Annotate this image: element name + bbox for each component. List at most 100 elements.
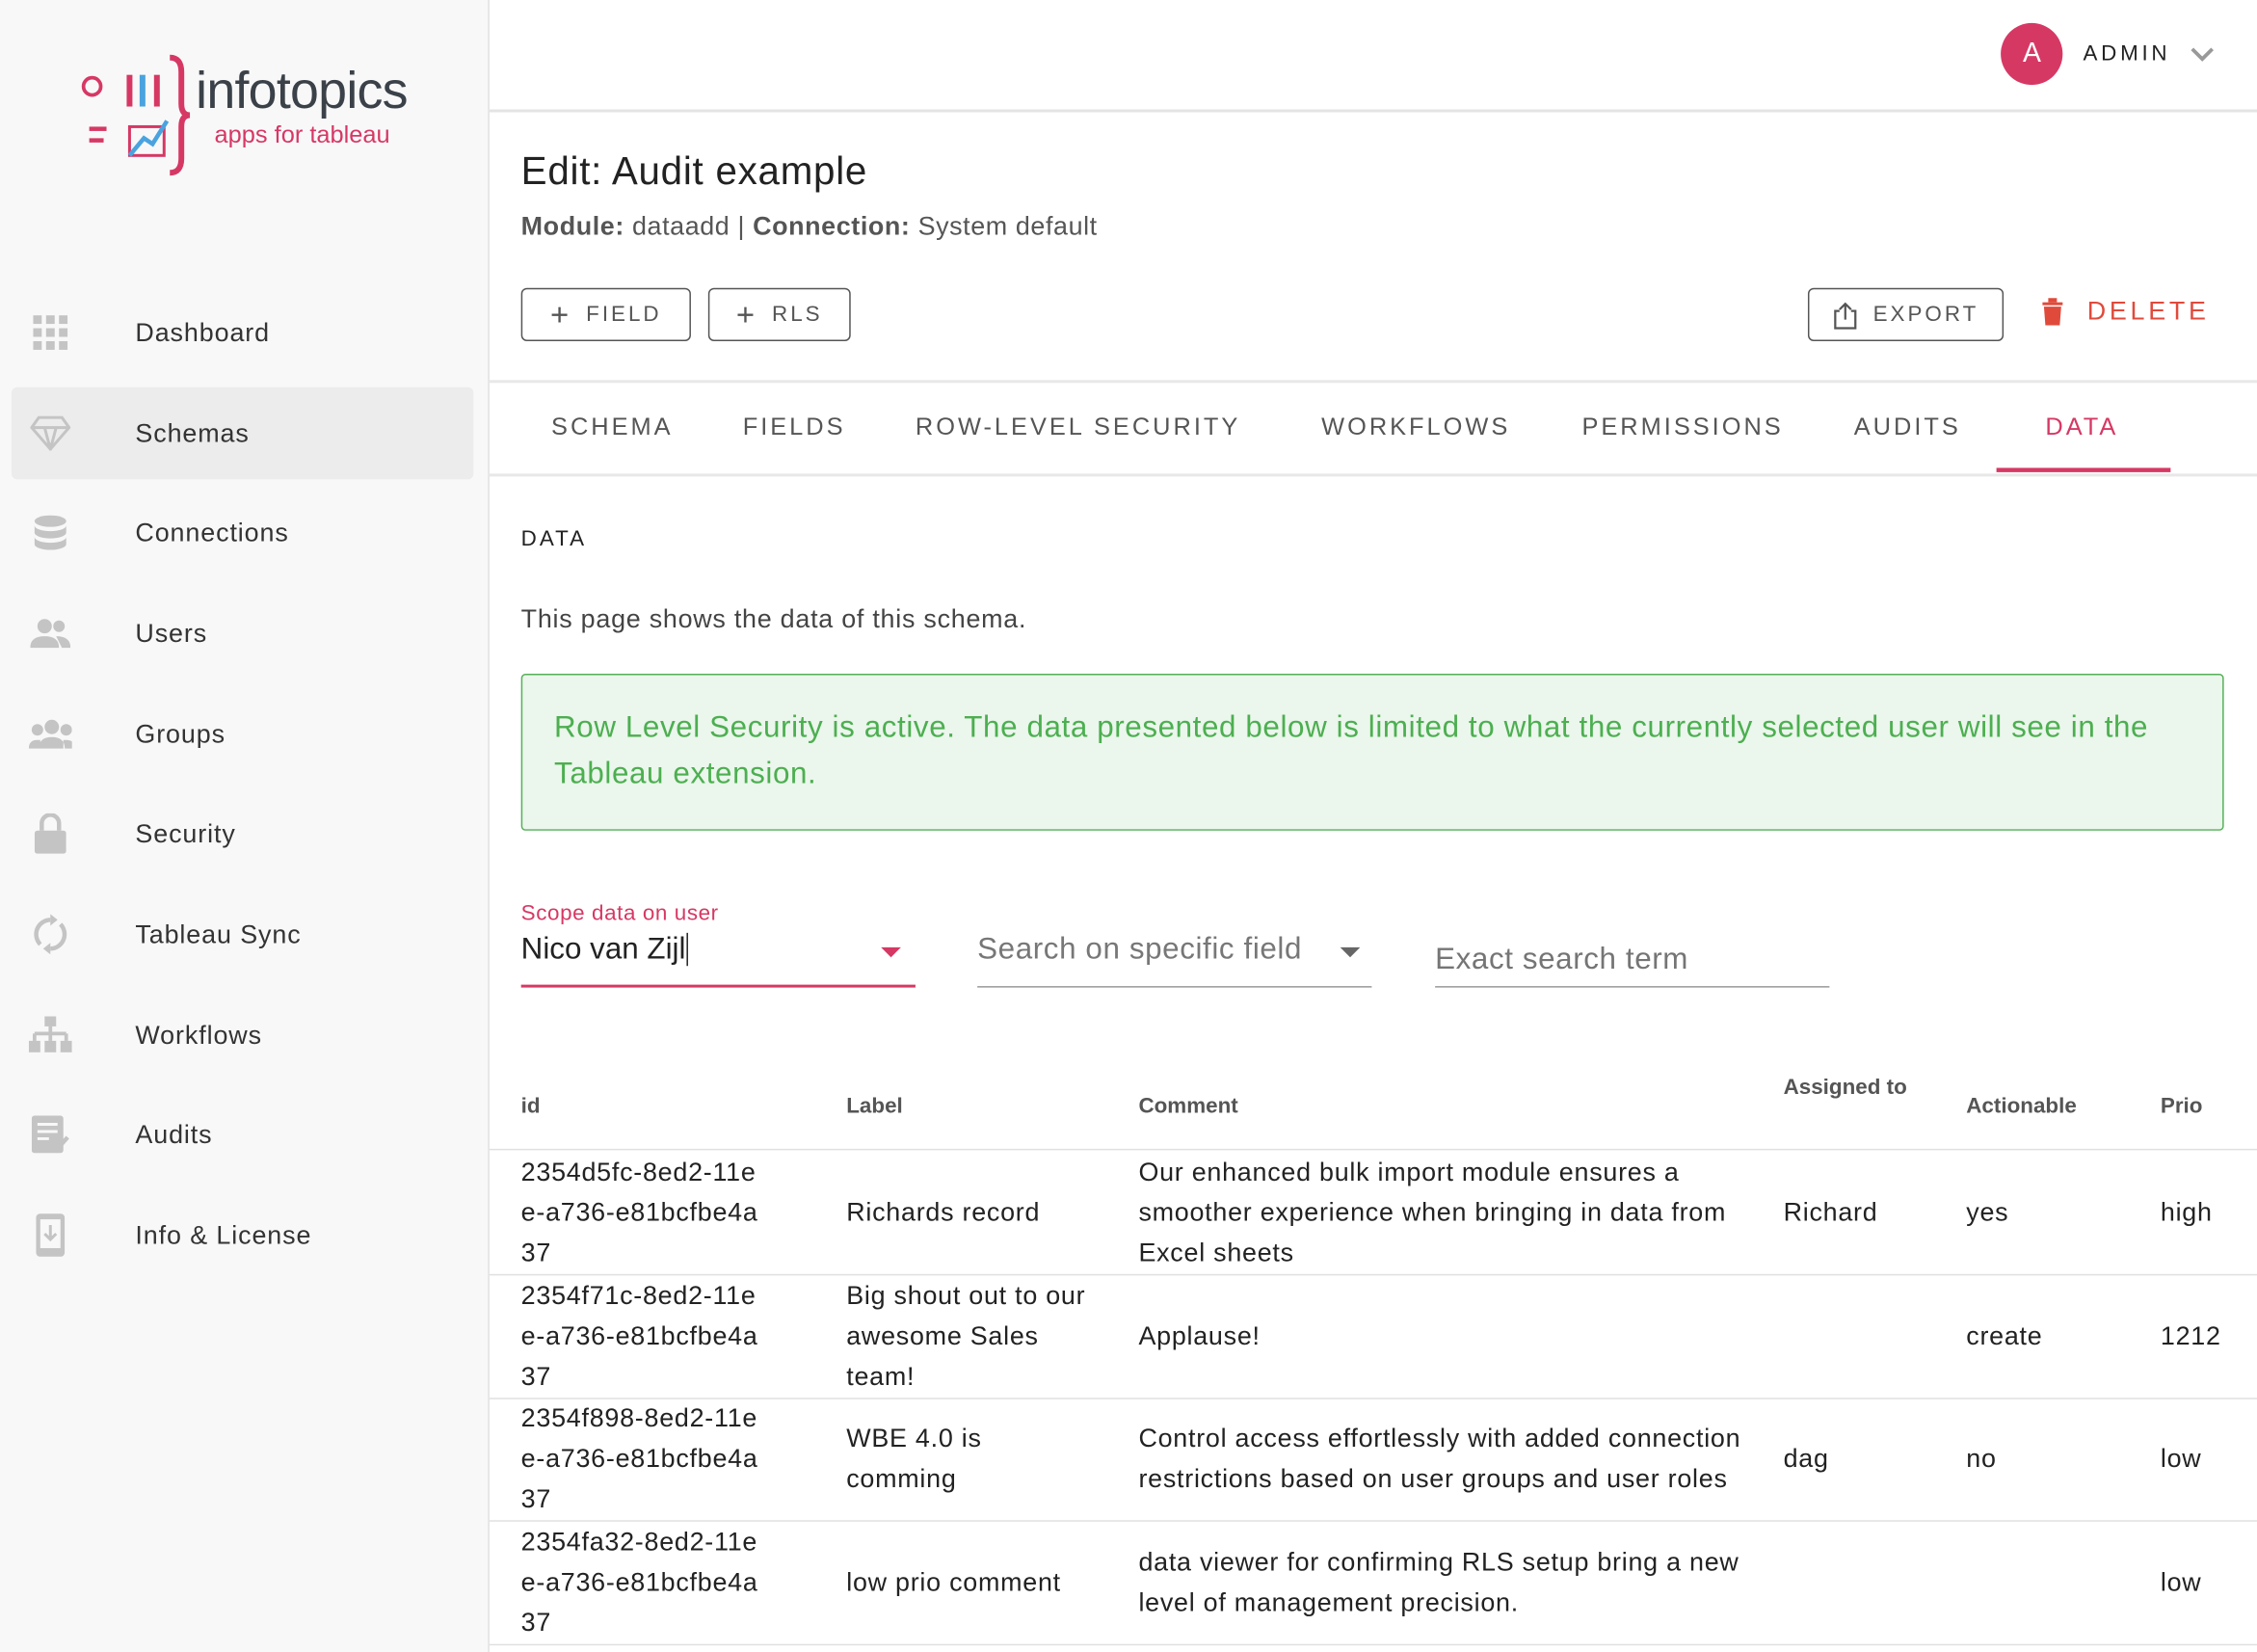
- sidebar-item-label: Audits: [135, 1119, 212, 1149]
- table-row[interactable]: 2354d5fc-8ed2-11ee-a736-e81bcfbe4a37 Rich…: [490, 1150, 2257, 1273]
- top-bar: A ADMIN: [490, 0, 2257, 113]
- sidebar-item-label: Tableau Sync: [135, 919, 301, 949]
- caret-down-icon: [1341, 947, 1361, 959]
- trash-icon: [2041, 297, 2064, 326]
- connection-label: Connection:: [753, 212, 910, 241]
- infotopics-logo[interactable]: infotopics apps for tableau: [75, 52, 420, 181]
- tab-row-level-security[interactable]: ROW-LEVEL SECURITY: [916, 413, 1240, 442]
- sidebar-item-groups[interactable]: Groups: [12, 688, 473, 781]
- sidebar-item-label: Info & License: [135, 1220, 311, 1250]
- table-cell: Richards record: [846, 1192, 1091, 1233]
- users-icon: [29, 612, 72, 655]
- column-header[interactable]: Actionable: [1966, 1090, 2167, 1125]
- logo-name: infotopics: [196, 61, 408, 121]
- add-field-label: FIELD: [586, 303, 661, 327]
- delete-label: DELETE: [2087, 297, 2210, 327]
- table-cell: low: [2161, 1438, 2247, 1479]
- table-row[interactable]: 2354fa32-8ed2-11ee-a736-e81bcfbe4a37 low …: [490, 1520, 2257, 1643]
- section-description: This page shows the data of this schema.: [521, 604, 1027, 634]
- table-row[interactable]: 2354f71c-8ed2-11ee-a736-e81bcfbe4a37Big …: [490, 1274, 2257, 1398]
- module-label: Module:: [521, 212, 624, 241]
- table-cell: 1212: [2161, 1316, 2247, 1356]
- sidebar-item-security[interactable]: Security: [12, 787, 473, 880]
- database-icon: [29, 511, 72, 554]
- table-row[interactable]: 2354f898-8ed2-11ee-a736-e81bcfbe4a37WBE …: [490, 1397, 2257, 1520]
- plus-icon: +: [736, 296, 757, 333]
- column-header[interactable]: Comment: [1138, 1090, 1340, 1125]
- column-header[interactable]: Prio: [2161, 1090, 2257, 1125]
- search-field-select[interactable]: Search on specific field: [977, 933, 1371, 988]
- user-menu[interactable]: A ADMIN: [2001, 23, 2214, 85]
- tab-permissions[interactable]: PERMISSIONS: [1581, 413, 1783, 442]
- sitemap-icon: [29, 1013, 72, 1056]
- sidebar-item-label: Workflows: [135, 1020, 262, 1050]
- sidebar-item-schemas[interactable]: Schemas: [12, 387, 473, 480]
- add-field-button[interactable]: +FIELD: [521, 288, 691, 341]
- section-title: DATA: [521, 527, 587, 551]
- sidebar-item-connections[interactable]: Connections: [12, 487, 473, 579]
- sidebar-item-workflows[interactable]: Workflows: [12, 989, 473, 1081]
- table-cell: low: [2161, 1562, 2247, 1603]
- table-cell: no: [1966, 1438, 2124, 1479]
- scope-user-value: Nico van Zijl: [521, 933, 689, 966]
- module-value: dataadd: [632, 212, 730, 241]
- divider: [490, 1644, 2257, 1645]
- export-button[interactable]: EXPORT: [1808, 288, 2004, 341]
- delete-button[interactable]: DELETE: [2041, 297, 2210, 327]
- connection-value: System default: [918, 212, 1098, 241]
- scope-label: Scope data on user: [521, 901, 719, 925]
- diamond-icon: [29, 412, 72, 455]
- sidebar-item-label: Users: [135, 619, 207, 649]
- sidebar-item-users[interactable]: Users: [12, 587, 473, 679]
- table-cell: Our enhanced bulk import module ensures …: [1138, 1152, 1742, 1272]
- table-cell: low prio comment: [846, 1562, 1091, 1603]
- user-name: ADMIN: [2083, 41, 2170, 66]
- rls-alert: Row Level Security is active. The data p…: [521, 674, 2224, 831]
- sync-icon: [29, 913, 72, 956]
- tab-workflows[interactable]: WORKFLOWS: [1321, 413, 1510, 442]
- sidebar: infotopics apps for tableau Dashboard Sch…: [0, 0, 490, 1652]
- table-cell: high: [2161, 1192, 2247, 1233]
- page-title: Edit: Audit example: [521, 149, 867, 194]
- sidebar-item-info-license[interactable]: Info & License: [12, 1189, 473, 1282]
- page-meta: Module: dataadd | Connection: System def…: [521, 212, 1098, 242]
- grid-icon: [29, 311, 72, 355]
- tab-audits[interactable]: AUDITS: [1854, 413, 1961, 442]
- logo-tagline: apps for tableau: [215, 120, 390, 149]
- add-rls-button[interactable]: + RLS: [708, 288, 851, 341]
- sidebar-item-audits[interactable]: Audits: [12, 1088, 473, 1181]
- sidebar-item-label: Dashboard: [135, 317, 270, 347]
- divider: [490, 473, 2257, 476]
- column-header[interactable]: id: [521, 1090, 723, 1125]
- export-icon: [1833, 300, 1859, 329]
- table-cell: dag: [1784, 1438, 1942, 1479]
- tab-schema[interactable]: SCHEMA: [551, 413, 674, 442]
- audit-icon: [29, 1113, 72, 1157]
- export-label: EXPORT: [1873, 303, 1979, 327]
- logo-icons: [75, 52, 190, 181]
- table-cell: 2354d5fc-8ed2-11ee-a736-e81bcfbe4a37: [521, 1152, 766, 1272]
- sidebar-item-dashboard[interactable]: Dashboard: [12, 286, 473, 379]
- tab-data[interactable]: DATA: [2045, 413, 2118, 442]
- tab-fields[interactable]: FIELDS: [743, 413, 846, 442]
- caret-down-icon: [881, 947, 901, 959]
- exact-search-input[interactable]: [1435, 933, 1829, 988]
- table-cell: 2354fa32-8ed2-11ee-a736-e81bcfbe4a37: [521, 1522, 766, 1642]
- table-cell: create: [1966, 1316, 2124, 1356]
- add-rls-label: RLS: [772, 303, 823, 327]
- column-header[interactable]: Label: [846, 1090, 1048, 1125]
- scope-user-select[interactable]: Nico van Zijl: [521, 933, 916, 988]
- table-cell: yes: [1966, 1192, 2124, 1233]
- active-tab-indicator: [1997, 467, 2171, 471]
- separator: |: [737, 212, 745, 241]
- divider: [490, 380, 2257, 383]
- table-cell: WBE 4.0 is comming: [846, 1418, 1091, 1499]
- table-cell: Big shout out to our awesome Sales team!: [846, 1275, 1091, 1396]
- sidebar-item-tableau-sync[interactable]: Tableau Sync: [12, 889, 473, 981]
- lock-icon: [29, 812, 72, 855]
- sidebar-item-label: Security: [135, 818, 235, 848]
- avatar: A: [2001, 23, 2062, 85]
- sidebar-item-label: Groups: [135, 719, 226, 749]
- column-header[interactable]: Assigned to: [1784, 1071, 1913, 1106]
- table-cell: data viewer for confirming RLS setup bri…: [1138, 1542, 1742, 1623]
